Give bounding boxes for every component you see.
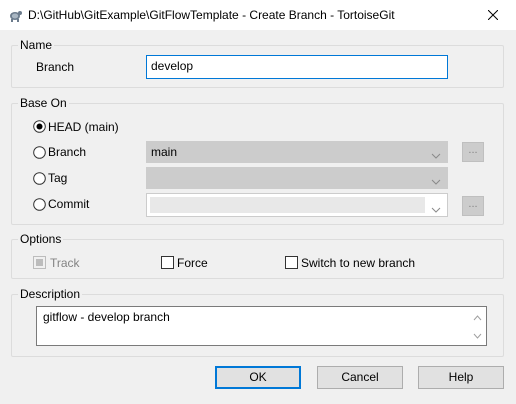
force-checkbox[interactable] bbox=[161, 256, 174, 269]
branch-combo-value: main bbox=[151, 145, 178, 159]
head-radio[interactable] bbox=[33, 120, 46, 133]
description-textarea[interactable]: gitflow - develop branch bbox=[36, 306, 487, 346]
chevron-down-icon bbox=[431, 174, 441, 188]
tortoisegit-icon bbox=[7, 7, 23, 23]
name-group: Name Branch develop bbox=[11, 38, 504, 88]
switch-branch-checkbox[interactable] bbox=[285, 256, 298, 269]
commit-combo-field bbox=[150, 197, 425, 213]
title-bar[interactable]: D:\GitHub\GitExample\GitFlowTemplate - C… bbox=[0, 0, 516, 30]
branch-name-input[interactable]: develop bbox=[146, 55, 448, 79]
close-icon bbox=[488, 10, 498, 20]
window-title: D:\GitHub\GitExample\GitFlowTemplate - C… bbox=[28, 8, 395, 22]
name-group-title: Name bbox=[18, 38, 55, 52]
base-on-group: Base On HEAD (main) Branch main ... Tag … bbox=[11, 96, 504, 225]
help-button[interactable]: Help bbox=[418, 366, 504, 389]
chevron-down-icon bbox=[431, 202, 441, 216]
commit-radio-label: Commit bbox=[48, 197, 90, 211]
scroll-up-icon[interactable] bbox=[473, 310, 482, 324]
head-radio-label: HEAD (main) bbox=[48, 120, 119, 134]
cancel-button[interactable]: Cancel bbox=[317, 366, 403, 389]
description-scrollbar[interactable] bbox=[469, 307, 486, 345]
branch-radio-label: Branch bbox=[48, 145, 87, 159]
branch-name-label: Branch bbox=[36, 60, 75, 74]
ok-button[interactable]: OK bbox=[215, 366, 301, 389]
options-group: Options Track Force Switch to new branch bbox=[11, 232, 504, 279]
commit-combo[interactable] bbox=[146, 193, 448, 217]
description-group-title: Description bbox=[18, 287, 83, 301]
chevron-down-icon bbox=[431, 148, 441, 162]
description-group: Description gitflow - develop branch bbox=[11, 287, 504, 357]
tag-combo[interactable] bbox=[146, 167, 448, 189]
options-group-title: Options bbox=[18, 232, 64, 246]
description-text: gitflow - develop branch bbox=[43, 310, 170, 324]
switch-branch-label: Switch to new branch bbox=[301, 256, 416, 270]
branch-name-value: develop bbox=[151, 59, 194, 73]
close-button[interactable] bbox=[470, 0, 516, 30]
branch-combo[interactable]: main bbox=[146, 141, 448, 163]
track-label: Track bbox=[50, 256, 80, 270]
commit-radio[interactable] bbox=[33, 198, 46, 211]
branch-browse-button[interactable]: ... bbox=[462, 142, 484, 162]
scroll-down-icon[interactable] bbox=[473, 328, 482, 342]
create-branch-dialog: D:\GitHub\GitExample\GitFlowTemplate - C… bbox=[0, 0, 516, 404]
tag-radio[interactable] bbox=[33, 172, 46, 185]
force-label: Force bbox=[177, 256, 208, 270]
branch-radio[interactable] bbox=[33, 146, 46, 159]
track-checkbox bbox=[33, 256, 46, 269]
base-on-group-title: Base On bbox=[18, 96, 69, 110]
tag-radio-label: Tag bbox=[48, 171, 68, 185]
commit-browse-button[interactable]: ... bbox=[462, 196, 484, 216]
